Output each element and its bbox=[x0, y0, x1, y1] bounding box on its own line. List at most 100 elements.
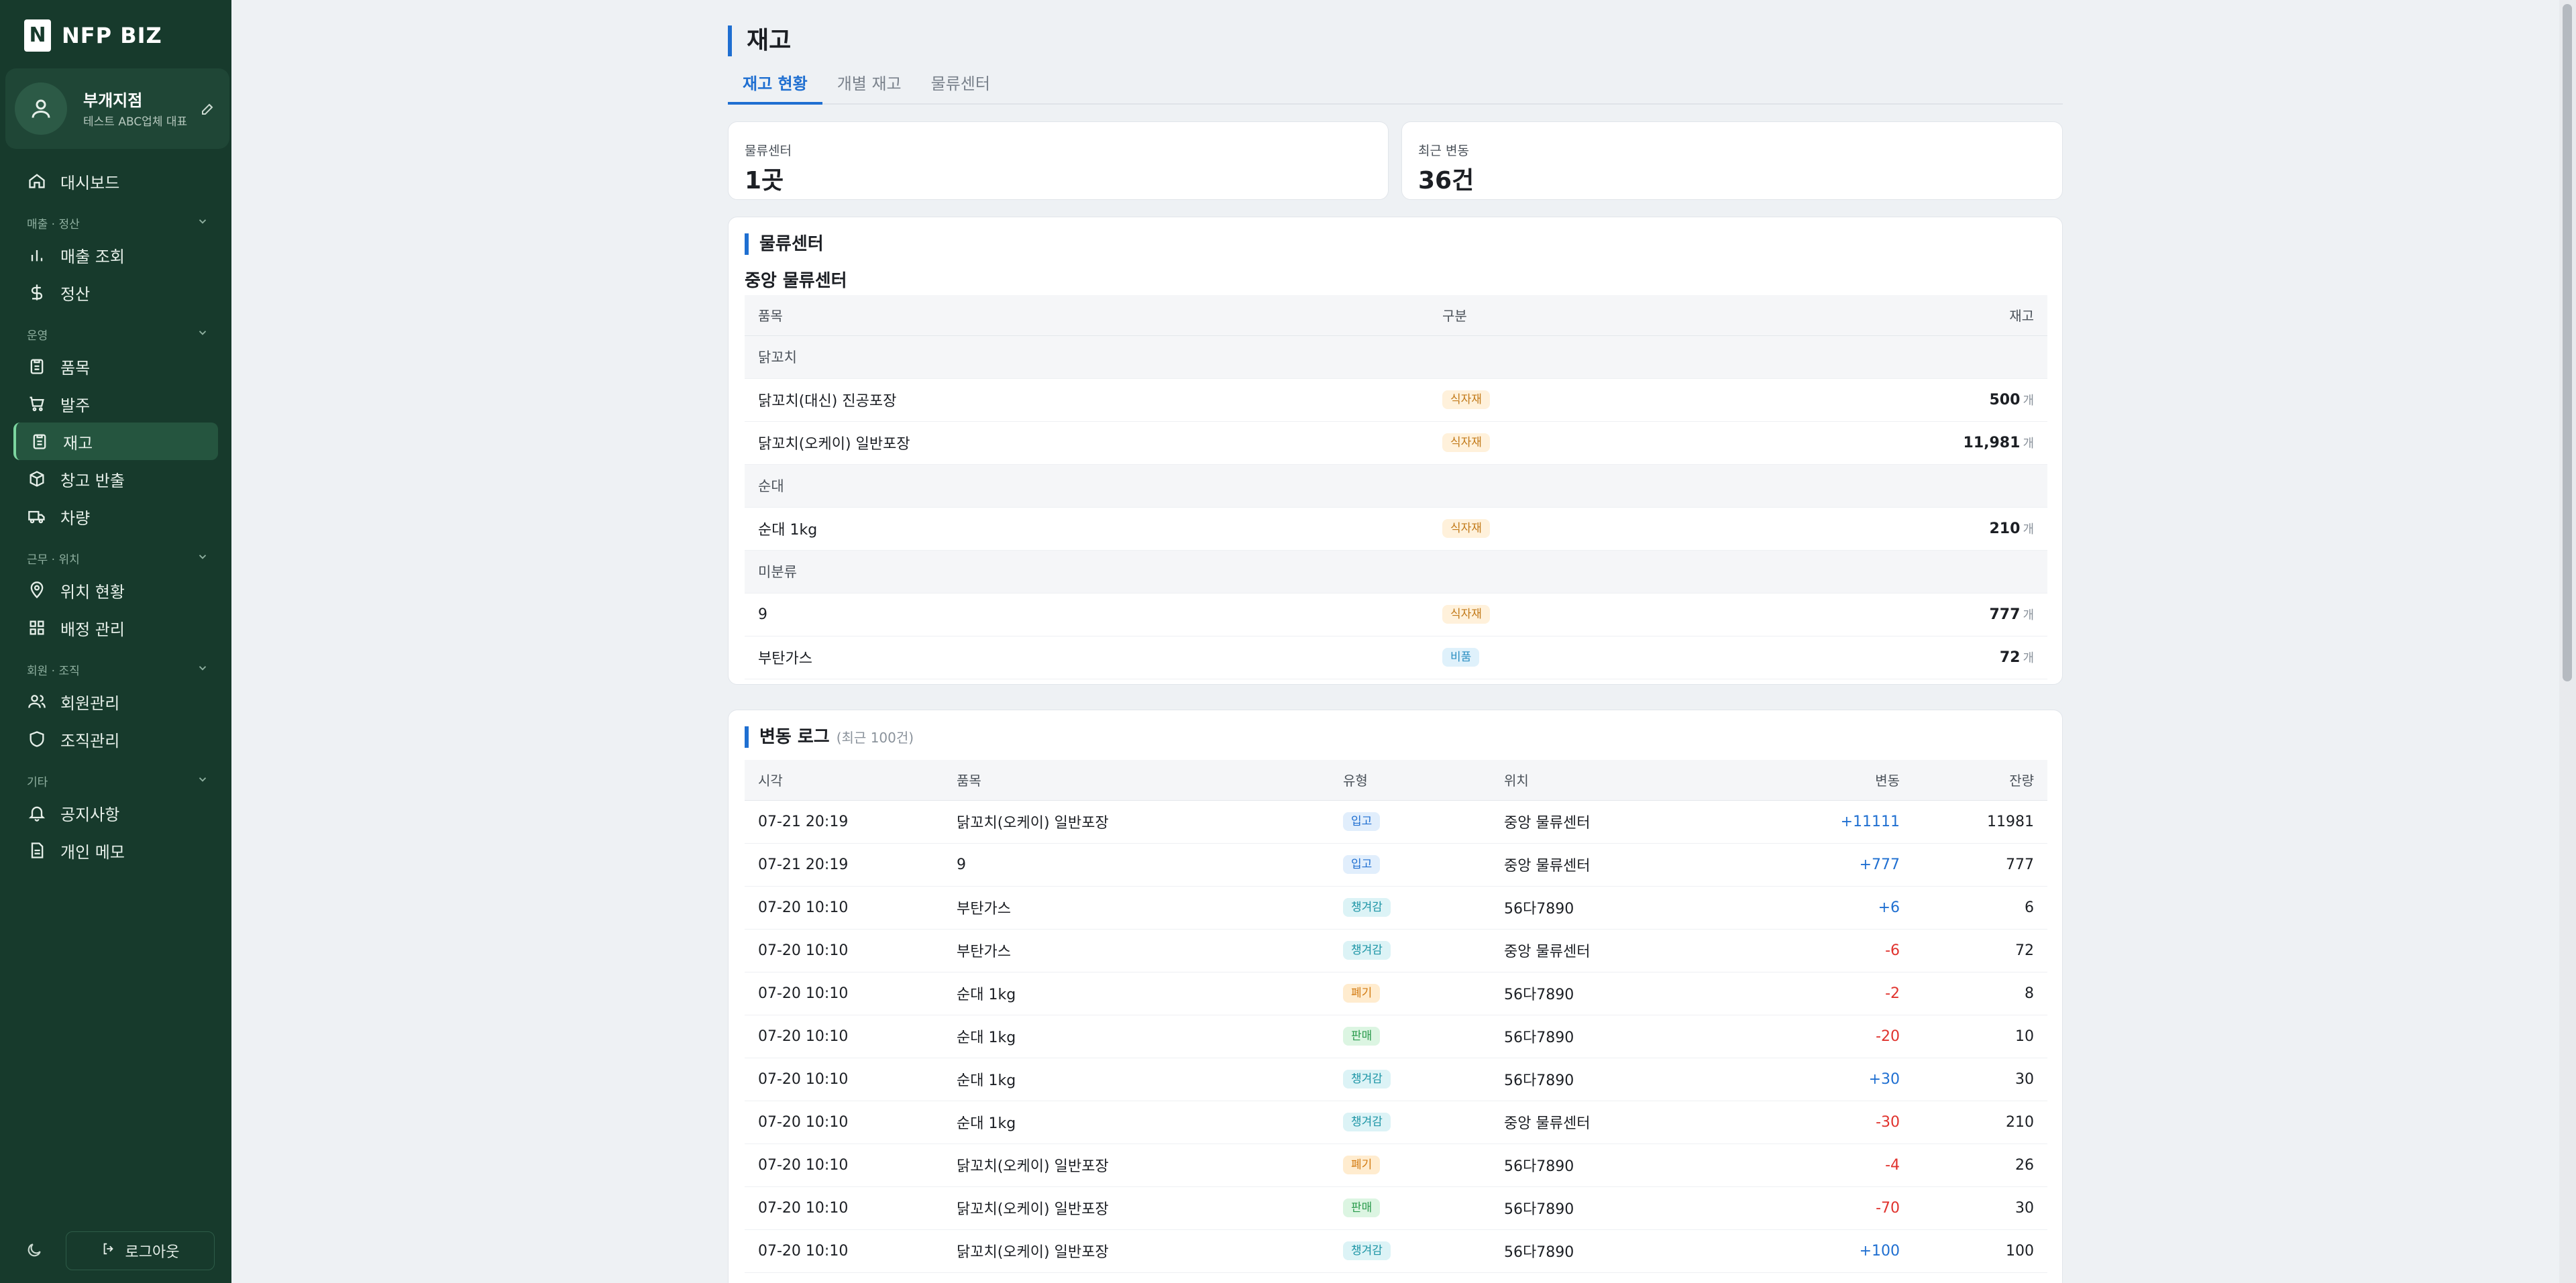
sidebar-item-notices[interactable]: 공지사항 bbox=[13, 794, 218, 832]
table-row[interactable]: 07-20 10:10 닭꼬치(오케이) 일반포장 판매 56다7890 -70 30 bbox=[745, 1186, 2047, 1230]
scrollbar-thumb[interactable] bbox=[2563, 4, 2572, 681]
sidebar-item-warehouse-return[interactable]: 창고 반출 bbox=[13, 460, 218, 498]
table-row[interactable]: 순대 1kg 식자재 210 개 bbox=[745, 507, 2047, 551]
table-row[interactable]: 07-20 10:10 부탄가스 챙겨감 중앙 물류센터 -6 72 bbox=[745, 929, 2047, 972]
stat-card-recent-changes: 최근 변동 36건 bbox=[1401, 121, 2063, 200]
sidebar-item-personal-memo[interactable]: 개인 메모 bbox=[13, 832, 218, 869]
table-row[interactable]: 07-21 20:19 닭꼬치(오케이) 일반포장 입고 중앙 물류센터 +11111 1… bbox=[745, 800, 2047, 844]
log-change: -70 bbox=[1752, 1186, 1900, 1230]
tab-individual-inventory[interactable]: 개별 재고 bbox=[822, 70, 916, 105]
stock-unit: 개 bbox=[2023, 522, 2034, 537]
log-change: +6 bbox=[1752, 886, 1900, 930]
tab-logistics-center[interactable]: 물류센터 bbox=[916, 70, 1005, 105]
nav-section-ops[interactable]: 운영 bbox=[13, 321, 218, 347]
table-row[interactable]: 닭꼬치(대신) 진공포장 식자재 500 개 bbox=[745, 378, 2047, 422]
table-row[interactable]: 07-20 10:10 순대 1kg 폐기 56다7890 -2 8 bbox=[745, 972, 2047, 1015]
log-item: 닭꼬치(오케이) 일반포장 bbox=[957, 1229, 1343, 1273]
category-badge: 식자재 bbox=[1442, 433, 1490, 452]
col-location: 위치 bbox=[1504, 760, 1752, 801]
sidebar-item-label: 정산 bbox=[60, 284, 91, 304]
sidebar-item-label: 발주 bbox=[60, 396, 91, 415]
page-scrollbar[interactable] bbox=[2559, 0, 2576, 1283]
sidebar-item-inventory[interactable]: 재고 bbox=[13, 423, 218, 460]
category-badge: 비품 bbox=[1442, 648, 1480, 667]
edit-icon[interactable] bbox=[200, 101, 216, 119]
brand-name: NFP BIZ bbox=[62, 23, 162, 48]
profile-card: 부개지점 테스트 ABC업체 대표 bbox=[5, 68, 229, 149]
table-row[interactable]: 부탄가스 비품 72 개 bbox=[745, 636, 2047, 679]
table-row[interactable]: 07-20 10:10 닭꼬치(오케이) 일반포장 폐기 56다7890 -4 26 bbox=[745, 1143, 2047, 1187]
type-badge: 챙겨감 bbox=[1343, 1113, 1391, 1131]
log-change: -20 bbox=[1752, 1015, 1900, 1058]
sidebar-item-assignment[interactable]: 배정 관리 bbox=[13, 609, 218, 647]
sidebar-item-label: 매출 조회 bbox=[60, 247, 125, 266]
stat-label: 물류센터 bbox=[745, 144, 792, 158]
col-item: 품목 bbox=[957, 760, 1343, 801]
nav-section-sales[interactable]: 매출 · 정산 bbox=[13, 209, 218, 236]
category-badge: 식자재 bbox=[1442, 519, 1490, 538]
table-row[interactable]: 9 식자재 777 개 bbox=[745, 593, 2047, 636]
log-item: 닭꼬치(오케이) 일반포장 bbox=[957, 800, 1343, 844]
sidebar-item-member-mgmt[interactable]: 회원관리 bbox=[13, 683, 218, 720]
brand[interactable]: N NFP BIZ bbox=[24, 19, 162, 52]
log-subtitle: (최근 100건) bbox=[836, 730, 914, 746]
log-change: +100 bbox=[1752, 1229, 1900, 1273]
log-change: -6 bbox=[1752, 929, 1900, 972]
log-title: 변동 로그 bbox=[759, 727, 830, 747]
log-location: 56다7890 bbox=[1504, 972, 1752, 1015]
clipboard-icon bbox=[27, 356, 47, 376]
sidebar-item-items[interactable]: 품목 bbox=[13, 347, 218, 385]
nav-section-label: 근무 · 위치 bbox=[27, 553, 80, 567]
log-location: 56다7890 bbox=[1504, 1143, 1752, 1187]
nav-section-label: 매출 · 정산 bbox=[27, 217, 80, 231]
log-balance: 72 bbox=[1900, 929, 2047, 972]
log-time: 07-21 20:19 bbox=[745, 843, 957, 887]
log-item: 순대 1kg bbox=[957, 972, 1343, 1015]
table-row[interactable]: 07-20 10:10 순대 1kg 판매 56다7890 -20 10 bbox=[745, 1015, 2047, 1058]
table-header-row: 시각 품목 유형 위치 변동 잔량 bbox=[745, 760, 2047, 801]
log-location: 중앙 물류센터 bbox=[1504, 843, 1752, 887]
brand-logo: N bbox=[24, 19, 51, 52]
sidebar-item-label: 배정 관리 bbox=[60, 620, 125, 639]
type-badge: 챙겨감 bbox=[1343, 941, 1391, 960]
log-item: 부탄가스 bbox=[957, 886, 1343, 930]
sidebar-item-location-status[interactable]: 위치 현황 bbox=[13, 571, 218, 609]
stock-unit: 개 bbox=[2023, 437, 2034, 451]
log-item: 닭꼬치(오케이) 일반포장 bbox=[957, 1143, 1343, 1187]
table-row[interactable]: 07-20 10:10 순대 1kg 챙겨감 중앙 물류센터 -30 210 bbox=[745, 1101, 2047, 1144]
log-time: 07-20 10:10 bbox=[745, 1186, 957, 1230]
user-icon bbox=[32, 99, 50, 118]
sidebar-item-orders[interactable]: 발주 bbox=[13, 385, 218, 423]
nav-section-members[interactable]: 회원 · 조직 bbox=[13, 656, 218, 683]
log-change: -2 bbox=[1752, 972, 1900, 1015]
bell-icon bbox=[27, 803, 47, 823]
sidebar-item-label: 창고 반출 bbox=[60, 471, 125, 490]
sidebar-item-settlement[interactable]: 정산 bbox=[13, 274, 218, 311]
sidebar-item-label: 개인 메모 bbox=[60, 842, 125, 862]
log-balance: 8 bbox=[1900, 972, 2047, 1015]
sidebar-item-vehicles[interactable]: 차량 bbox=[13, 498, 218, 535]
nav-section-label: 회원 · 조직 bbox=[27, 664, 80, 678]
truck-icon bbox=[27, 506, 47, 526]
log-time: 07-20 10:10 bbox=[745, 929, 957, 972]
log-balance: 6 bbox=[1900, 886, 2047, 930]
sidebar-item-label: 회원관리 bbox=[60, 693, 120, 713]
sidebar-item-sales-inquiry[interactable]: 매출 조회 bbox=[13, 236, 218, 274]
tab-inventory-status[interactable]: 재고 현황 bbox=[728, 70, 822, 105]
moon-icon[interactable] bbox=[25, 1241, 43, 1262]
type-badge: 입고 bbox=[1343, 855, 1381, 874]
log-time: 07-21 20:19 bbox=[745, 800, 957, 844]
sidebar-item-org-mgmt[interactable]: 조직관리 bbox=[13, 720, 218, 758]
nav-section-etc[interactable]: 기타 bbox=[13, 767, 218, 794]
group-label: 순대 bbox=[745, 464, 2047, 508]
sidebar-item-dashboard[interactable]: 대시보드 bbox=[13, 162, 218, 200]
table-row[interactable]: 07-21 20:19 9 입고 중앙 물류센터 +777 777 bbox=[745, 843, 2047, 887]
table-row[interactable]: 07-20 10:10 순대 1kg 챙겨감 56다7890 +30 30 bbox=[745, 1058, 2047, 1101]
table-row[interactable]: 07-20 10:10 부탄가스 챙겨감 56다7890 +6 6 bbox=[745, 886, 2047, 930]
logout-label: 로그아웃 bbox=[125, 1244, 180, 1261]
table-row[interactable]: 07-20 10:10 닭꼬치(오케이) 일반포장 챙겨감 56다7890 +100 10… bbox=[745, 1229, 2047, 1273]
table-group-row: 닭꼬치 bbox=[745, 335, 2047, 379]
table-row[interactable]: 닭꼬치(오케이) 일반포장 식자재 11,981 개 bbox=[745, 421, 2047, 465]
nav-section-work[interactable]: 근무 · 위치 bbox=[13, 545, 218, 571]
logout-button[interactable]: 로그아웃 bbox=[66, 1231, 215, 1270]
